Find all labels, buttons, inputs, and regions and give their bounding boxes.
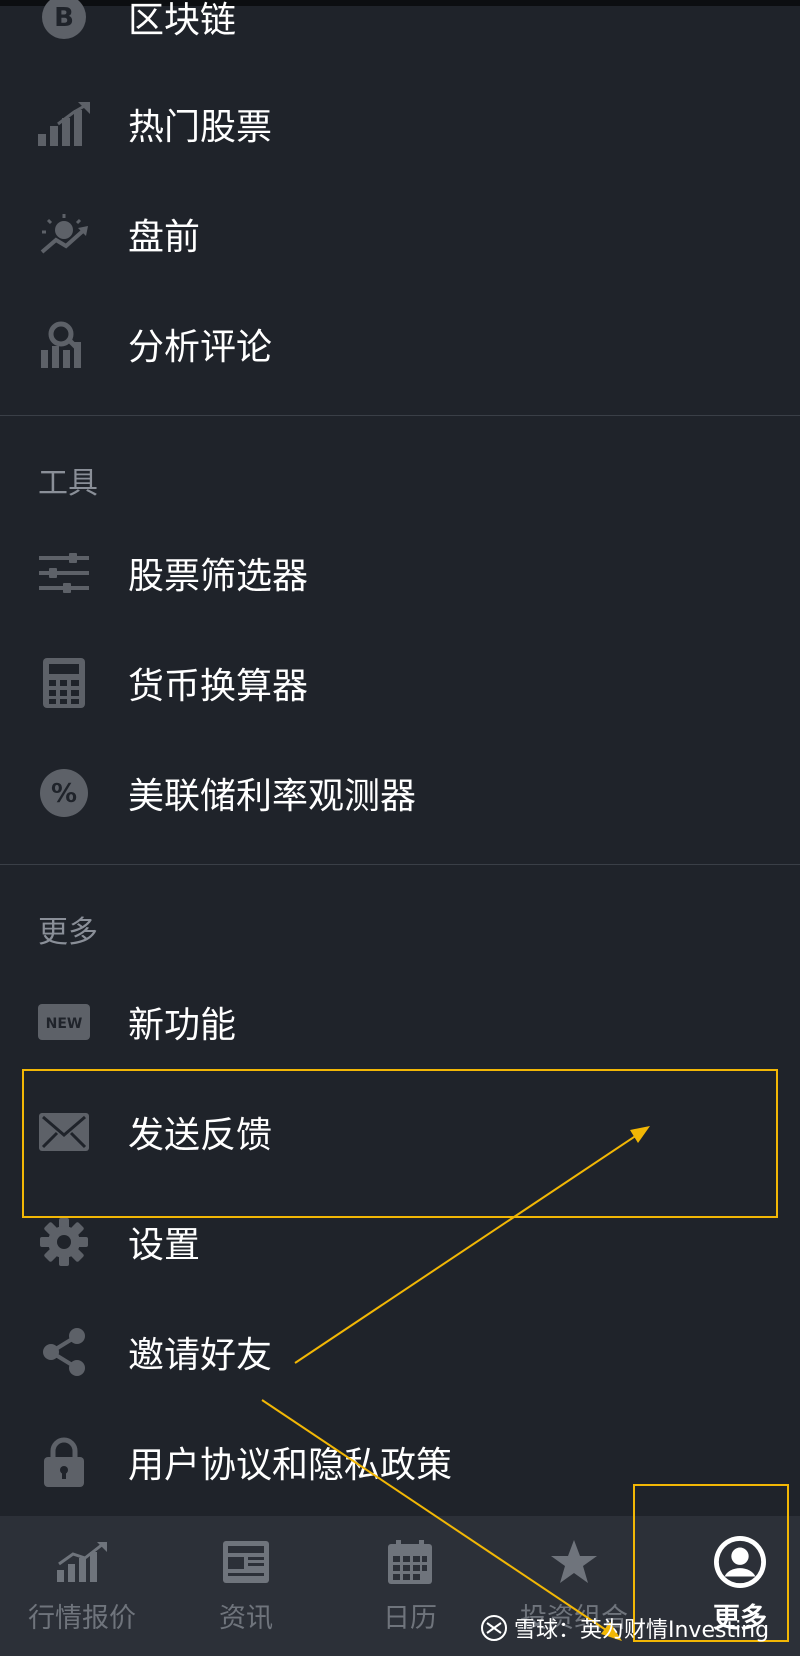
menu-item-label: 用户协议和隐私政策	[128, 1445, 453, 1486]
new-badge-text: NEW	[46, 1016, 83, 1032]
quotes-chart-icon	[56, 1536, 108, 1588]
tab-label: 资讯	[219, 1603, 273, 1634]
analyst-icon	[38, 318, 90, 370]
tab-label: 行情报价	[28, 1603, 136, 1634]
watermark-logo-icon	[480, 1614, 508, 1642]
menu-item-label: 股票筛选器	[128, 556, 309, 597]
watermark-text: 雪球：英为财情Investing	[514, 1618, 770, 1643]
menu-item-label: 盘前	[128, 217, 201, 258]
section-divider	[0, 415, 800, 416]
menu-item-label: 分析评论	[128, 327, 273, 368]
news-icon	[220, 1536, 272, 1588]
menu-item-fed-rate-monitor[interactable]: % 美联储利率观测器	[0, 738, 800, 848]
tab-news[interactable]: 资讯	[166, 1516, 326, 1656]
menu-item-currency-converter[interactable]: 货币换算器	[0, 628, 800, 738]
calculator-icon	[38, 657, 90, 709]
bitcoin-icon: B	[38, 0, 90, 43]
watermark: 雪球：英为财情Investing	[480, 1612, 769, 1644]
lock-icon	[38, 1436, 90, 1488]
tab-label: 日历	[383, 1603, 437, 1634]
sliders-icon	[38, 547, 90, 599]
calendar-icon	[384, 1536, 436, 1588]
percent-icon: %	[38, 767, 90, 819]
gear-icon	[38, 1216, 90, 1268]
feedback-highlight-box	[22, 1069, 778, 1218]
menu-item-label: 货币换算器	[128, 666, 309, 707]
menu-item-label: 区块链	[128, 0, 237, 41]
bar-chart-icon	[38, 98, 90, 150]
section-divider	[0, 864, 800, 865]
tab-quotes[interactable]: 行情报价	[2, 1516, 162, 1656]
svg-text:B: B	[54, 3, 74, 33]
menu-item-stock-screener[interactable]: 股票筛选器	[0, 518, 800, 628]
star-icon	[548, 1536, 600, 1588]
menu-item-label: 热门股票	[128, 107, 273, 148]
menu-item-premarket[interactable]: 盘前	[0, 179, 800, 289]
menu-item-label: 设置	[128, 1225, 201, 1266]
share-icon	[38, 1326, 90, 1378]
section-title-more: 更多	[38, 915, 98, 950]
menu-item-analysis[interactable]: 分析评论	[0, 289, 800, 399]
svg-text:%: %	[51, 779, 77, 809]
menu-item-label: 新功能	[128, 1005, 237, 1046]
new-badge-icon: NEW	[38, 996, 90, 1048]
menu-item-label: 邀请好友	[128, 1335, 273, 1376]
menu-item-hot-stocks[interactable]: 热门股票	[0, 69, 800, 179]
menu-item-new-features[interactable]: NEW 新功能	[0, 967, 800, 1077]
sunrise-chart-icon	[38, 208, 90, 260]
section-title-tools: 工具	[38, 466, 98, 501]
tab-calendar[interactable]: 日历	[330, 1516, 490, 1656]
menu-item-invite-friends[interactable]: 邀请好友	[0, 1297, 800, 1407]
menu-item-blockchain[interactable]: B 区块链	[0, 0, 800, 72]
menu-item-label: 美联储利率观测器	[128, 776, 417, 817]
